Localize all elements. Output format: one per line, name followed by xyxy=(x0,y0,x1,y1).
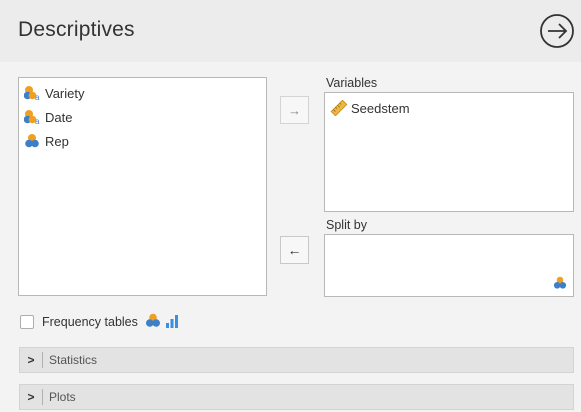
bar-chart-icon xyxy=(165,314,179,331)
available-variables-list[interactable]: a Variety a Date Rep xyxy=(18,77,267,296)
variable-item-seedstem[interactable]: Seedstem xyxy=(325,96,573,120)
variable-label: Date xyxy=(45,109,73,125)
statistics-section-header[interactable]: > Statistics xyxy=(19,347,574,373)
nominal-text-icon: a xyxy=(23,109,42,126)
variable-item-variety[interactable]: a Variety xyxy=(19,81,266,105)
nominal-icon xyxy=(24,133,42,149)
variables-label: Variables xyxy=(326,76,378,90)
page-title: Descriptives xyxy=(18,18,135,41)
move-left-button[interactable]: ← xyxy=(280,236,309,264)
variable-label: Seedstem xyxy=(351,100,410,116)
divider xyxy=(42,352,43,368)
nominal-text-icon: a xyxy=(23,85,42,102)
frequency-tables-checkbox[interactable] xyxy=(20,315,34,329)
nominal-icon xyxy=(145,313,161,331)
variable-item-date[interactable]: a Date xyxy=(19,105,266,129)
chevron-right-icon: > xyxy=(27,390,35,404)
chevron-right-icon: > xyxy=(27,353,35,367)
frequency-tables-option[interactable]: Frequency tables xyxy=(20,313,179,331)
split-by-label: Split by xyxy=(326,218,367,232)
variables-target-list[interactable]: Seedstem xyxy=(324,92,574,212)
variable-item-rep[interactable]: Rep xyxy=(19,129,266,153)
variable-label: Variety xyxy=(45,85,85,101)
variable-label: Rep xyxy=(45,133,69,149)
svg-text:a: a xyxy=(35,117,40,125)
panel-header: Descriptives xyxy=(0,0,581,62)
split-by-target-list[interactable] xyxy=(324,234,574,297)
continuous-ruler-icon xyxy=(330,99,348,117)
svg-text:a: a xyxy=(35,93,40,101)
plots-section-header[interactable]: > Plots xyxy=(19,384,574,410)
plots-section-label: Plots xyxy=(49,390,76,404)
go-arrow-button[interactable] xyxy=(539,13,575,49)
frequency-tables-label: Frequency tables xyxy=(42,315,138,329)
move-right-button[interactable]: → xyxy=(280,96,309,124)
nominal-icon xyxy=(553,276,567,290)
divider xyxy=(42,389,43,405)
arrow-circle-icon xyxy=(540,14,574,48)
statistics-section-label: Statistics xyxy=(49,353,98,367)
